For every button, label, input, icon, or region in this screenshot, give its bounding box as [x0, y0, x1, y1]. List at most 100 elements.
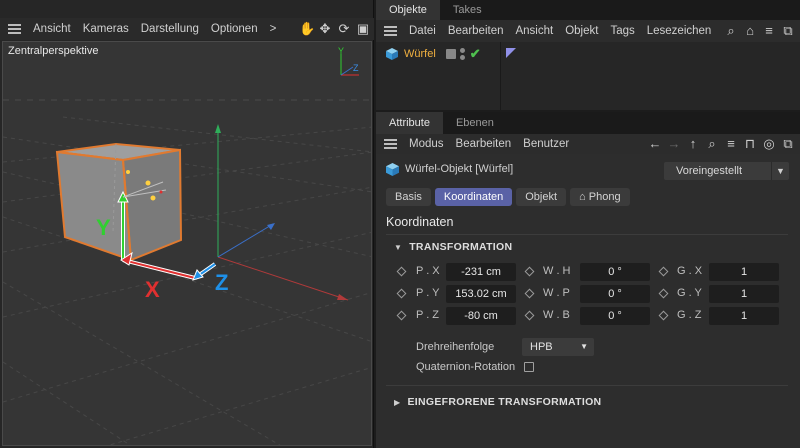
w-h-field[interactable]: 0 °	[580, 263, 650, 281]
menu-darstellung[interactable]: Darstellung	[135, 23, 205, 35]
new-window-icon[interactable]: ⧉	[781, 136, 795, 152]
search-icon[interactable]: ⌕	[724, 23, 738, 39]
enabled-check-icon[interactable]: ✔	[470, 46, 481, 62]
filter-icon[interactable]: ≡	[762, 23, 776, 39]
y-axis-label: Y	[96, 215, 111, 240]
expand-arrow-icon: ▼	[394, 242, 403, 252]
p-y-field[interactable]: 153.02 cm	[446, 285, 516, 303]
keyframe-diamond-icon[interactable]	[396, 266, 407, 277]
search-icon[interactable]: ⌕	[705, 136, 719, 152]
rotation-order-dropdown[interactable]: HPB ▼	[522, 338, 594, 356]
keyframe-diamond-icon[interactable]	[658, 310, 669, 321]
menu-modus[interactable]: Modus	[403, 138, 450, 150]
menu-more-chevron[interactable]: >	[264, 23, 283, 35]
tab-koordinaten[interactable]: Koordinaten	[434, 188, 513, 206]
menu-bearbeiten[interactable]: Bearbeiten	[442, 25, 510, 37]
attributes-tabbar: Attribute Ebenen	[376, 112, 800, 134]
object-name[interactable]: Würfel	[404, 48, 436, 60]
p-z-label: P . Z	[416, 309, 440, 321]
menu-lesezeichen[interactable]: Lesezeichen	[641, 25, 718, 37]
tab-ebenen[interactable]: Ebenen	[443, 112, 507, 134]
maximize-icon[interactable]: ▣	[356, 21, 370, 37]
p-x-field[interactable]: -231 cm	[446, 263, 516, 281]
arrow-left-icon[interactable]: ←	[648, 136, 662, 152]
preset-dropdown[interactable]: Voreingestellt ▼	[664, 162, 789, 180]
arrow-up-icon[interactable]: ↑	[686, 136, 700, 152]
tab-attribute[interactable]: Attribute	[376, 112, 443, 134]
chevron-down-icon: ▼	[580, 342, 588, 351]
arrow-right-icon[interactable]: →	[667, 136, 681, 152]
group-frozen-transformation[interactable]: ▶ EINGEFRORENE TRANSFORMATION	[394, 396, 601, 408]
w-b-field[interactable]: 0 °	[580, 307, 650, 325]
rotate-icon[interactable]: ⟳	[337, 21, 351, 37]
p-z-field[interactable]: -80 cm	[446, 307, 516, 325]
keyframe-diamond-icon[interactable]	[396, 310, 407, 321]
menu-kameras[interactable]: Kameras	[77, 23, 135, 35]
x-axis-label: X	[145, 277, 160, 302]
keyframe-diamond-icon[interactable]	[524, 288, 535, 299]
tab-basis[interactable]: Basis	[386, 188, 431, 206]
g-y-field[interactable]: 1	[709, 285, 779, 303]
keyframe-diamond-icon[interactable]	[658, 288, 669, 299]
p-x-label: P . X	[416, 265, 440, 277]
tab-phong[interactable]: ⌂ Phong	[570, 188, 630, 206]
menu-ansicht[interactable]: Ansicht	[27, 23, 77, 35]
objects-menubar: Datei Bearbeiten Ansicht Objekt Tags Les…	[376, 20, 800, 42]
target-icon[interactable]: ◎	[762, 136, 776, 152]
quaternion-checkbox[interactable]	[524, 362, 534, 372]
g-z-label: G . Z	[677, 309, 702, 321]
home-icon[interactable]: ⌂	[743, 23, 757, 39]
g-z-field[interactable]: 1	[709, 307, 779, 325]
layer-icon[interactable]	[445, 49, 456, 59]
tab-objekte[interactable]: Objekte	[376, 0, 440, 20]
g-x-label: G . X	[677, 265, 703, 277]
filter-icon[interactable]: ≡	[724, 136, 738, 152]
preset-value: Voreingestellt	[676, 165, 743, 177]
object-row-wuerfel[interactable]: Würfel ✔	[386, 46, 481, 62]
hand-icon[interactable]: ✋	[299, 21, 315, 37]
lock-icon[interactable]: ⊓	[743, 136, 757, 152]
menu-tags[interactable]: Tags	[604, 25, 640, 37]
viewport-menu-icon[interactable]	[8, 24, 21, 34]
p-y-label: P . Y	[416, 287, 440, 299]
new-window-icon[interactable]: ⧉	[781, 23, 795, 39]
mini-z-label: Z	[353, 63, 359, 73]
attribute-object-header: Würfel-Objekt [Würfel]	[386, 161, 513, 177]
phong-icon: ⌂	[579, 191, 586, 203]
chevron-down-icon: ▼	[771, 162, 789, 180]
object-title: Würfel-Objekt [Würfel]	[405, 163, 514, 175]
z-axis-label: Z	[215, 270, 228, 295]
viewport-canvas[interactable]: Y X Z Y Z Zentralperspektive	[2, 41, 372, 446]
visibility-dots-icon[interactable]	[459, 48, 466, 60]
viewport-menubar: Ansicht Kameras Darstellung Optionen > ✋…	[0, 18, 374, 40]
tab-objekt[interactable]: Objekt	[516, 188, 567, 206]
divider	[386, 234, 788, 235]
g-x-field[interactable]: 1	[709, 263, 779, 281]
viewport-scene: Y X Z Y Z	[3, 46, 371, 445]
w-p-field[interactable]: 0 °	[580, 285, 650, 303]
group-frozen-label: EINGEFRORENE TRANSFORMATION	[407, 396, 602, 408]
camera-label: Zentralperspektive	[8, 45, 99, 57]
tab-phong-label: Phong	[588, 191, 621, 203]
tab-takes[interactable]: Takes	[440, 0, 495, 20]
menu-datei[interactable]: Datei	[403, 25, 442, 37]
keyframe-diamond-icon[interactable]	[658, 266, 669, 277]
menu-bearbeiten[interactable]: Bearbeiten	[450, 138, 518, 150]
menu-objekt[interactable]: Objekt	[559, 25, 604, 37]
keyframe-diamond-icon[interactable]	[396, 288, 407, 299]
keyframe-diamond-icon[interactable]	[524, 266, 535, 277]
attributes-menu-icon[interactable]	[384, 139, 397, 149]
menu-optionen[interactable]: Optionen	[205, 23, 264, 35]
rotation-order-value: HPB	[530, 341, 553, 353]
objects-menu-icon[interactable]	[384, 26, 397, 36]
move-icon[interactable]: ✥	[318, 21, 332, 37]
objects-tabbar: Objekte Takes	[376, 0, 800, 20]
phong-tag-icon[interactable]	[506, 48, 516, 58]
object-list: Würfel ✔	[376, 42, 800, 110]
divider	[386, 385, 788, 386]
keyframe-diamond-icon[interactable]	[524, 310, 535, 321]
menu-benutzer[interactable]: Benutzer	[517, 138, 575, 150]
group-transformation[interactable]: ▼ TRANSFORMATION	[394, 241, 512, 253]
menu-ansicht[interactable]: Ansicht	[509, 25, 559, 37]
coord-row-x: P . X -231 cm W . H 0 ° G . X 1	[396, 263, 788, 281]
